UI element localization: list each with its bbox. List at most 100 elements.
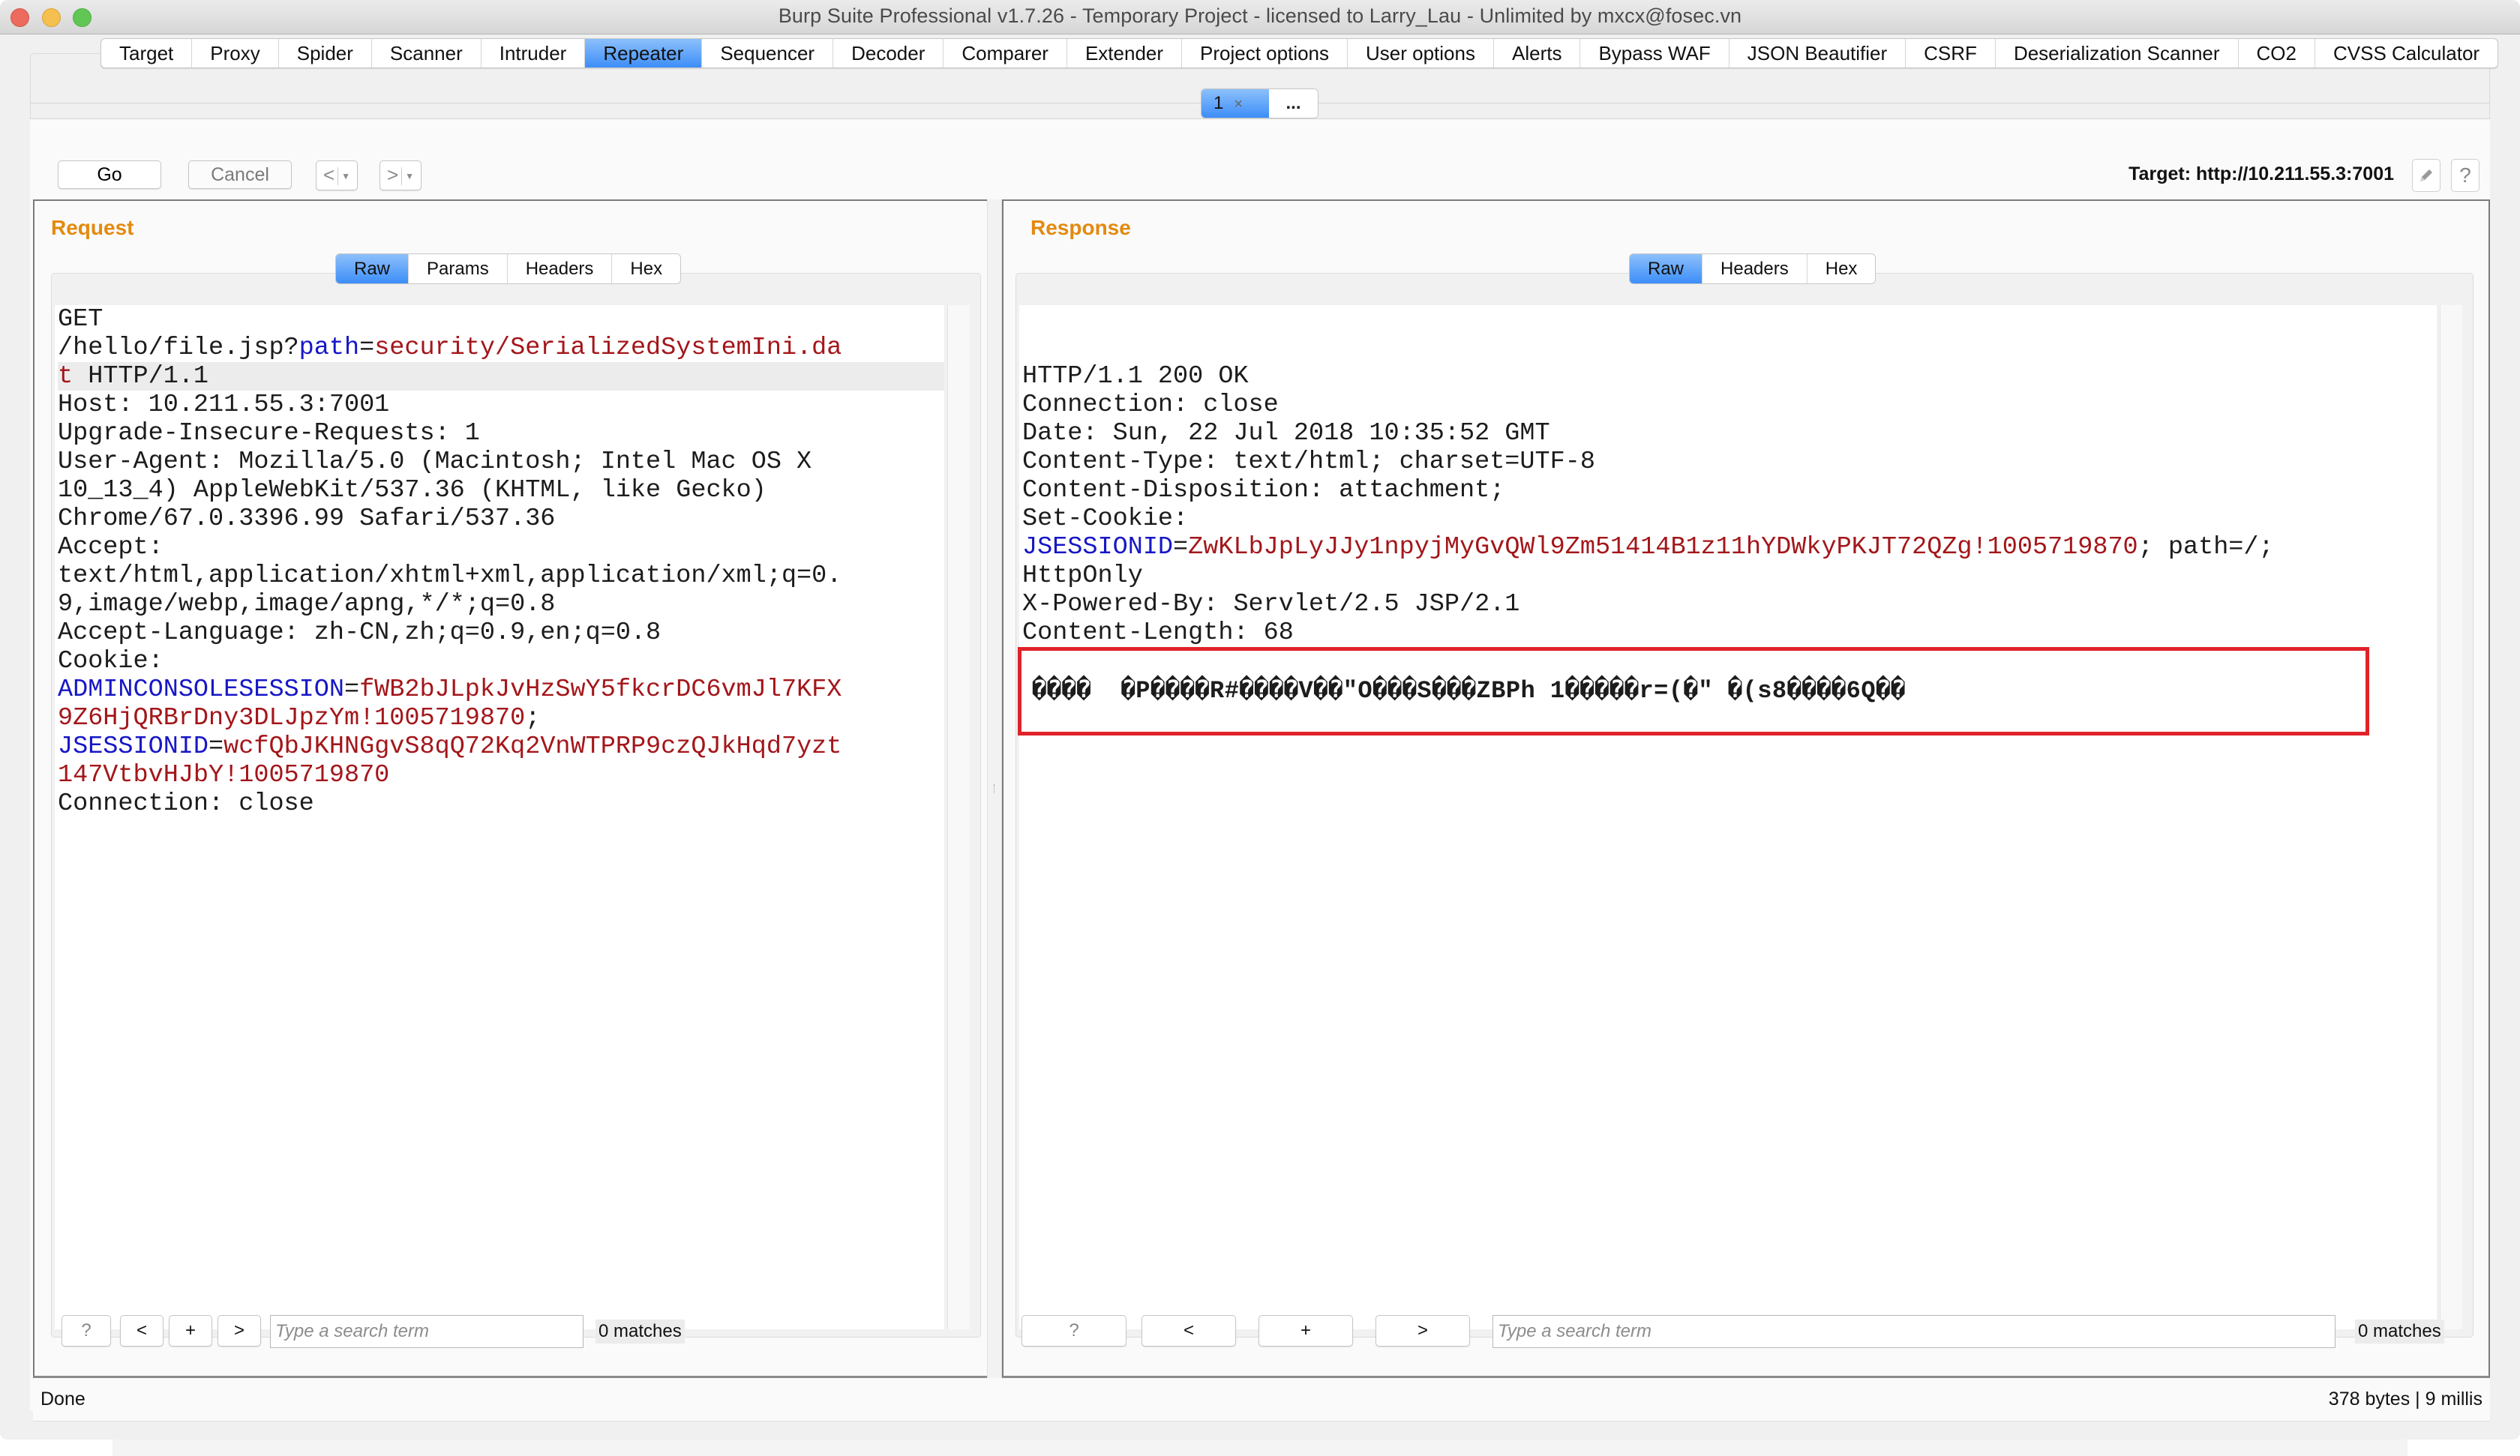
request-line: Chrome/67.0.3396.99 Safari/537.36 [58,505,944,533]
response-scrollbar[interactable] [2440,305,2462,1329]
request-line: Cookie: [58,647,944,676]
text-segment: Upgrade-Insecure-Requests: 1 [58,419,480,448]
title-bar: Burp Suite Professional v1.7.26 - Tempor… [0,0,2520,34]
status-bar: Done 378 bytes | 9 millis [33,1378,2490,1422]
text-segment: Date: Sun, 22 Jul 2018 10:35:52 GMT [1022,419,1550,448]
request-line: 9,image/webp,image/apng,*/*;q=0.8 [58,590,944,619]
pencil-icon [2420,169,2432,181]
search-prev-button[interactable]: < [120,1315,164,1347]
request-view-tab-hex[interactable]: Hex [612,254,680,283]
repeater-tab-1[interactable]: 1 × [1202,89,1269,118]
search-prev-button[interactable]: < [1142,1315,1236,1347]
tab-sequencer[interactable]: Sequencer [702,39,834,67]
response-pane: Response Raw Headers Hex HTTP/1.1 200 OK Co… [1002,199,2490,1378]
request-search-input[interactable] [270,1315,584,1348]
response-match-count: 0 matches [2355,1320,2444,1344]
target-label: Target: http://10.211.55.3:7001 [2128,163,2394,184]
tab-deserialization-scanner[interactable]: Deserialization Scanner [1996,39,2239,67]
new-tab-button[interactable]: ... [1269,89,1318,118]
search-add-button[interactable]: + [1258,1315,1353,1347]
text-segment: Connection: close [1022,391,1279,419]
request-editor[interactable]: GET/hello/file.jsp?path=security/Seriali… [55,305,944,1329]
request-view-tab-params[interactable]: Params [409,254,508,283]
text-segment: Cookie: [58,647,164,676]
close-tab-icon[interactable]: × [1234,96,1243,112]
response-line: Content-Type: text/html; charset=UTF-8 [1022,448,2437,476]
request-view-tab-headers[interactable]: Headers [508,254,613,283]
tab-scanner[interactable]: Scanner [372,39,482,67]
tab-intruder[interactable]: Intruder [482,39,586,67]
dropdown-icon[interactable]: ▼ [341,171,350,181]
text-segment: text/html,application/xhtml+xml,applicat… [58,562,842,590]
search-next-button[interactable]: > [1376,1315,1470,1347]
tab-repeater[interactable]: Repeater [585,39,703,67]
text-segment: 10_13_4) AppleWebKit/537.36 (KHTML, like… [58,476,766,505]
tab-json-beautifier[interactable]: JSON Beautifier [1730,39,1906,67]
response-view-tab-hex[interactable]: Hex [1808,254,1876,283]
forward-button[interactable]: > ▼ [380,160,422,190]
text-segment: = [1173,533,1189,562]
text-segment: /hello/file.jsp? [58,334,299,362]
response-view-tab-headers[interactable]: Headers [1702,254,1808,283]
help-button[interactable]: ? [2451,159,2480,192]
param-name: JSESSIONID [1022,533,1174,562]
tab-cvss-calculator[interactable]: CVSS Calculator [2315,39,2498,67]
request-line: GET [58,305,944,334]
param-value: fWB2bJLpkJvHzSwY5fkcrDC6vmJl7KFX [359,676,842,704]
response-title: Response [1030,216,1131,239]
param-name: JSESSIONID [58,732,209,761]
tab-user-options[interactable]: User options [1348,39,1494,67]
response-editor[interactable]: HTTP/1.1 200 OK Connection: close Date: Su… [1019,305,2437,1329]
search-help-button[interactable]: ? [62,1315,111,1347]
divider [401,167,403,186]
request-line: Accept-Language: zh-CN,zh;q=0.9,en;q=0.8 [58,619,944,647]
tab-alerts[interactable]: Alerts [1494,39,1581,67]
response-body: ���� �P����R#����V��"O���S���ZBPh 1�����… [1032,677,1906,705]
request-line: 10_13_4) AppleWebKit/537.36 (KHTML, like… [58,476,944,505]
text-segment: HTTP/1.1 [73,362,209,391]
tab-spider[interactable]: Spider [279,39,372,67]
tab-proxy[interactable]: Proxy [192,39,279,67]
pane-splitter[interactable] [987,199,1002,1378]
request-title: Request [51,216,134,239]
repeater-tab-label: 1 [1214,93,1224,113]
tab-co2[interactable]: CO2 [2239,39,2315,67]
dropdown-icon[interactable]: ▼ [405,171,414,181]
search-add-button[interactable]: + [169,1315,212,1347]
tab-decoder[interactable]: Decoder [833,39,944,67]
tab-extender[interactable]: Extender [1067,39,1183,67]
request-line: User-Agent: Mozilla/5.0 (Macintosh; Inte… [58,448,944,476]
tab-comparer[interactable]: Comparer [944,39,1067,67]
text-segment: Content-Length: 68 [1022,619,1294,647]
request-scrollbar[interactable] [947,305,970,1329]
tab-csrf[interactable]: CSRF [1906,39,1996,67]
response-search-input[interactable] [1492,1315,2336,1348]
response-line: HttpOnly [1022,562,2437,590]
response-view-tab-raw[interactable]: Raw [1630,254,1703,283]
response-line: X-Powered-By: Servlet/2.5 JSP/2.1 [1022,590,2437,619]
response-view-tabs: Raw Headers Hex [1629,253,1876,284]
go-button[interactable]: Go [58,160,161,189]
edit-target-button[interactable] [2412,159,2440,192]
splitter-grip[interactable] [994,784,996,793]
search-next-button[interactable]: > [218,1315,261,1347]
cancel-button[interactable]: Cancel [188,160,292,189]
text-segment: ; [525,704,541,732]
response-line: JSESSIONID=ZwKLbJpLyJJy1npyjMyGvQWl9Zm51… [1022,533,2437,562]
response-line: Date: Sun, 22 Jul 2018 10:35:52 GMT [1022,419,2437,448]
tab-bypass-waf[interactable]: Bypass WAF [1580,39,1730,67]
param-name: ADMINCONSOLESESSION [58,676,344,704]
text-segment: Chrome/67.0.3396.99 Safari/537.36 [58,505,556,533]
tab-project-options[interactable]: Project options [1182,39,1348,67]
request-view-tab-raw[interactable]: Raw [336,254,410,283]
forward-arrow-icon: > [386,163,399,186]
search-help-button[interactable]: ? [1022,1315,1126,1347]
param-value: ZwKLbJpLyJJy1npyjMyGvQWl9Zm51414B1z11hYD… [1188,533,2138,562]
back-button[interactable]: < ▼ [316,160,358,190]
tab-target[interactable]: Target [101,39,193,67]
param-value: t [58,362,74,391]
text-segment: Host: 10.211.55.3:7001 [58,391,390,419]
request-search-bar: ? < + > 0 matches [51,1315,981,1348]
request-line: 147VtbvHJbY!1005719870 [58,761,944,789]
request-view-tabs: Raw Params Headers Hex [335,253,682,284]
